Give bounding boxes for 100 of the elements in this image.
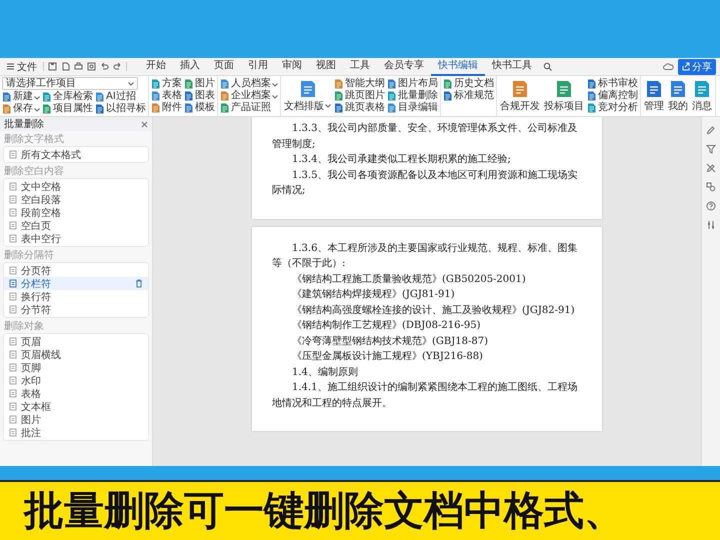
delete-option[interactable]: 所有文本格式 <box>4 148 148 161</box>
ribbon-button[interactable]: 以招寻标 <box>95 103 146 115</box>
ribbon-large-button[interactable]: 合规开发 <box>499 80 541 112</box>
pencil-icon[interactable] <box>706 125 716 135</box>
delete-option[interactable]: 分页符 <box>4 264 148 277</box>
ribbon-button[interactable]: 批量删除 <box>387 90 438 102</box>
document-icon <box>184 79 194 89</box>
ribbon-button[interactable]: AI过招 <box>95 91 146 103</box>
delete-option[interactable]: 段前空格 <box>4 206 148 219</box>
ribbon-tab[interactable]: 会员专享 <box>377 58 431 76</box>
delete-option[interactable]: 批注 <box>4 426 148 439</box>
ribbon-button[interactable]: 图片 <box>184 78 215 90</box>
ribbon-tab[interactable]: 页面 <box>207 58 241 76</box>
ribbon-button[interactable]: 方案 <box>151 78 182 90</box>
document-icon <box>387 91 397 101</box>
caret-icon <box>128 81 134 86</box>
delete-option[interactable]: 图片 <box>4 413 148 426</box>
delete-option[interactable]: 表中空行 <box>4 232 148 245</box>
document-icon <box>555 80 573 98</box>
funnel-icon[interactable] <box>706 144 716 154</box>
share-button[interactable]: 分享 <box>678 58 716 74</box>
search-icon[interactable] <box>543 62 552 71</box>
ribbon-large-button[interactable]: 管理 <box>643 80 665 112</box>
document-icon <box>334 103 344 113</box>
help-icon[interactable] <box>706 201 716 211</box>
document-icon <box>511 80 529 98</box>
panel-title: 批量删除 <box>4 118 44 131</box>
ribbon-button[interactable]: 智能大纲 <box>334 78 385 90</box>
ribbon-button[interactable]: 图片布局 <box>387 78 438 90</box>
section-title: 删除分隔符 <box>3 249 55 262</box>
sliders-icon[interactable] <box>706 220 716 230</box>
ribbon-button[interactable]: 目录编辑 <box>387 102 438 114</box>
ribbon-tab[interactable]: 快书工具 <box>485 58 539 76</box>
ribbon-button[interactable]: 跳页表格 <box>334 102 385 114</box>
option-icon <box>9 150 17 159</box>
paragraph: 《压型金属板设计施工规程》(YBJ216-88) <box>291 350 484 364</box>
ribbon-button[interactable]: 保存 <box>2 103 40 115</box>
ribbon-button[interactable]: 表格 <box>151 90 182 102</box>
delete-option[interactable]: 页眉 <box>4 335 148 348</box>
share-icon <box>682 62 690 71</box>
ribbon-large-button[interactable]: 消息 <box>691 80 713 112</box>
option-icon <box>9 279 17 288</box>
redo-icon[interactable] <box>113 62 122 71</box>
ribbon-button[interactable]: 跳页图片 <box>334 90 385 102</box>
save-icon[interactable] <box>48 62 57 71</box>
ribbon-tab[interactable]: 开始 <box>139 58 173 76</box>
ribbon-button[interactable]: 标书审校 <box>587 78 638 90</box>
trash-icon[interactable] <box>135 279 143 288</box>
delete-option[interactable]: 分栏符 <box>4 277 148 290</box>
delete-option[interactable]: 页脚 <box>4 361 148 374</box>
delete-option[interactable]: 表格 <box>4 387 148 400</box>
ribbon-tab[interactable]: 视图 <box>309 58 343 76</box>
print-icon[interactable] <box>74 62 83 71</box>
ribbon-tab[interactable]: 审阅 <box>275 58 309 76</box>
ribbon-tab[interactable]: 工具 <box>343 58 377 76</box>
ribbon-button[interactable]: 模板 <box>184 102 215 114</box>
ribbon-button[interactable]: 新建 <box>2 91 40 103</box>
document-icon <box>298 80 316 98</box>
ribbon-button[interactable]: 人员档案 <box>220 78 278 90</box>
ribbon-button[interactable]: 全库检索 <box>42 91 93 103</box>
ribbon-button[interactable]: 竞对分析 <box>587 102 638 114</box>
shapes-icon[interactable] <box>706 182 716 192</box>
document-icon <box>334 91 344 101</box>
document-icon <box>184 91 194 101</box>
document-icon <box>151 103 161 113</box>
project-select[interactable]: 请选择工作项目 <box>2 77 138 90</box>
ribbon-button[interactable]: 标准规范 <box>443 90 494 102</box>
document-icon <box>443 91 453 101</box>
paragraph: 1.3.5、我公司各项资源配备以及本地区可利用资源和施工现场实际情况; <box>272 168 578 198</box>
ribbon-tab[interactable]: 引用 <box>241 58 275 76</box>
ribbon-button[interactable]: 附件 <box>151 102 182 114</box>
ribbon-large-button[interactable]: 我的 <box>667 80 689 112</box>
file-menu[interactable]: 文件 <box>4 60 39 74</box>
ribbon-button[interactable]: 图表 <box>184 90 215 102</box>
option-icon <box>9 428 17 437</box>
delete-option[interactable]: 分节符 <box>4 303 148 316</box>
ribbon-button[interactable]: 产品证照 <box>220 102 278 114</box>
delete-option[interactable]: 文本框 <box>4 400 148 413</box>
document-icon <box>184 103 194 113</box>
ribbon-tab[interactable]: 插入 <box>173 58 207 76</box>
option-icon <box>9 389 17 398</box>
ribbon-button[interactable]: 历史文档 <box>443 78 494 90</box>
ribbon-button[interactable]: 偏离控制 <box>587 90 638 102</box>
delete-option[interactable]: 文中空格 <box>4 180 148 193</box>
document-icon[interactable] <box>61 62 70 71</box>
ribbon-button[interactable]: 企业档案 <box>220 90 278 102</box>
preview-icon[interactable] <box>87 62 96 71</box>
undo-icon[interactable] <box>100 62 109 71</box>
delete-option[interactable]: 空白段落 <box>4 193 148 206</box>
option-icon <box>9 208 17 217</box>
delete-option[interactable]: 水印 <box>4 374 148 387</box>
ribbon-button[interactable]: 项目属性 <box>42 103 93 115</box>
crossed-pencil-icon[interactable] <box>706 163 716 173</box>
delete-option[interactable]: 空白页 <box>4 219 148 232</box>
close-icon[interactable] <box>141 120 148 128</box>
delete-option[interactable]: 换行符 <box>4 290 148 303</box>
delete-option[interactable]: 页眉横线 <box>4 348 148 361</box>
cloud-icon[interactable] <box>663 62 674 71</box>
ribbon-large-button[interactable]: 投标项目 <box>543 80 585 112</box>
ribbon-large-button[interactable]: 文档排版 <box>283 80 332 112</box>
